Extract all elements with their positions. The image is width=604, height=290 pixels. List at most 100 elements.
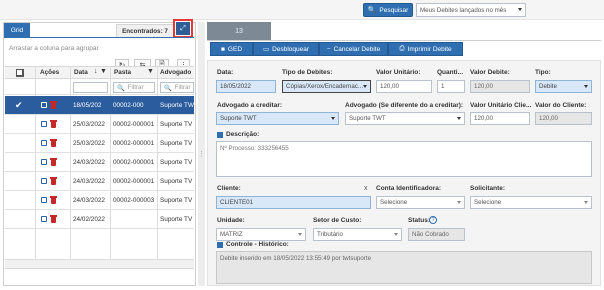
cell-pasta: 00002-000001 xyxy=(113,178,155,185)
cancelar-debite-button[interactable]: − Cancelar Debite xyxy=(319,42,388,56)
advogado-filter-input[interactable]: 🔍 Filtrar xyxy=(160,82,194,93)
filter-select[interactable]: Meus Debites lançados no mês xyxy=(416,3,526,17)
trash-icon[interactable] xyxy=(50,158,57,166)
tipo-label: Tipo: xyxy=(535,69,551,76)
filter-icon[interactable]: ▼ xyxy=(147,68,154,75)
valor-cliente-value: 120,00 xyxy=(539,115,558,122)
cliente-label: Cliente: xyxy=(217,185,241,192)
conta-label: Conta Identificadora: xyxy=(376,185,442,192)
filter-icon[interactable]: ▼ xyxy=(100,68,107,75)
advogado-diferente-select[interactable]: Suporte TWT xyxy=(345,112,465,125)
valor-unitario-input[interactable]: 120,00 xyxy=(376,80,432,93)
print-icon: ⎙ xyxy=(399,45,405,52)
cell-adv: Suporte TV xyxy=(160,121,193,128)
edit-icon[interactable] xyxy=(41,159,47,165)
cell-data: 24/03/2022 xyxy=(73,178,105,185)
trash-icon[interactable] xyxy=(50,215,57,223)
trash-icon[interactable] xyxy=(50,101,57,109)
pasta-filter-input[interactable]: 🔍 Filtrar xyxy=(113,82,155,93)
advogado-filter-placeholder: Filtrar xyxy=(174,84,191,91)
unlock-icon: ▭ xyxy=(262,46,270,53)
ged-label: GED xyxy=(227,45,243,53)
cliente-input[interactable]: CLIENTE01 xyxy=(216,196,371,209)
edit-icon[interactable] xyxy=(41,178,47,184)
descricao-label: Descrição: xyxy=(226,131,260,138)
conta-value: Selecione xyxy=(380,199,408,206)
sort-desc-icon[interactable]: ↓ xyxy=(94,68,98,75)
checkmark-icon[interactable]: ✔ xyxy=(15,100,23,111)
edit-icon[interactable] xyxy=(41,216,47,222)
ged-button[interactable]: ■ GED xyxy=(210,42,253,56)
cancelar-label: Cancelar Debite xyxy=(333,45,381,53)
trash-icon[interactable] xyxy=(50,139,57,147)
right-tab[interactable]: 13 xyxy=(207,22,271,40)
cliente-value: CLIENTE01 xyxy=(220,199,254,206)
cell-pasta: 00002-000001 xyxy=(113,159,155,166)
minus-icon: − xyxy=(326,45,331,53)
trash-icon[interactable] xyxy=(50,196,57,204)
imprimir-label: Imprimir Debite xyxy=(407,45,452,53)
col-data[interactable]: Data xyxy=(74,69,88,76)
status-label: Status: xyxy=(408,217,431,224)
quantidade-input[interactable]: 1 xyxy=(437,80,465,93)
solicitante-select[interactable]: Selecione xyxy=(470,196,592,209)
edit-icon[interactable] xyxy=(41,197,47,203)
historico-checkbox[interactable] xyxy=(217,242,223,248)
valor-unit-cliente-input[interactable]: 120,00 xyxy=(470,112,530,125)
advogado-creditar-value: Suporte TWT xyxy=(220,115,257,122)
cliente-clear-button[interactable]: x xyxy=(364,185,368,192)
historico-label: Controle - Histórico: xyxy=(226,241,289,248)
edit-icon[interactable] xyxy=(41,121,47,127)
advogado-creditar-select[interactable]: Suporte TWT xyxy=(216,112,339,125)
setor-select[interactable]: Tributário xyxy=(313,228,402,241)
col-acoes[interactable]: Ações xyxy=(40,69,59,76)
chevron-down-icon xyxy=(584,85,588,88)
chevron-down-icon xyxy=(331,117,335,120)
chevron-down-icon xyxy=(457,117,461,120)
valor-cliente-label: Valor do Cliente: xyxy=(535,102,587,109)
desbloquear-label: Desbloquear xyxy=(272,45,309,53)
unidade-select[interactable]: MATRIZ xyxy=(216,228,306,241)
cell-pasta: 00002-000001 xyxy=(113,121,155,128)
tipo-debites-value: Cópias/Xerox/Encadernac... xyxy=(286,83,364,90)
imprimir-debite-button[interactable]: ⎙ Imprimir Debite xyxy=(388,42,463,56)
conta-select[interactable]: Selecione xyxy=(376,196,465,209)
col-pasta[interactable]: Pasta xyxy=(114,69,131,76)
desbloquear-button[interactable]: ▭ Desbloquear xyxy=(253,42,319,56)
chevron-down-icon xyxy=(457,201,461,204)
search-icon: 🔍 xyxy=(164,84,172,92)
left-footer xyxy=(5,268,194,269)
valor-unitario-label: Valor Unitário: xyxy=(376,69,421,76)
help-icon[interactable]: ? xyxy=(429,216,437,224)
left-tab-underline xyxy=(4,37,194,38)
cell-adv: Suporte TW xyxy=(160,102,194,109)
data-input[interactable]: 18/05/2022 xyxy=(216,80,276,93)
edit-icon[interactable] xyxy=(41,102,47,108)
data-filter-input[interactable] xyxy=(73,82,108,93)
pesquisar-button[interactable]: 🔍 Pesquisar xyxy=(363,3,413,17)
setor-value: Tributário xyxy=(317,231,343,238)
cell-pasta: 00002-000001 xyxy=(113,140,155,147)
tipo-select[interactable]: Debite xyxy=(535,80,592,93)
search-icon: 🔍 xyxy=(367,7,377,14)
unidade-value: MATRIZ xyxy=(220,231,243,238)
horizontal-scrollbar[interactable] xyxy=(5,259,194,268)
tab-grid[interactable]: Grid xyxy=(4,23,30,37)
descricao-checkbox[interactable] xyxy=(217,132,223,138)
data-value: 18/05/2022 xyxy=(220,83,251,90)
valor-unitario-value: 120,00 xyxy=(380,83,399,90)
panel-splitter[interactable]: ⋮ xyxy=(198,22,205,286)
tipo-debites-select[interactable]: Cópias/Xerox/Encadernac... xyxy=(282,80,371,93)
cell-adv: Suporte TV xyxy=(160,140,193,147)
advogado-creditar-label: Advogado a creditar: xyxy=(217,102,283,109)
quantidade-value: 1 xyxy=(441,83,445,90)
chevron-down-icon xyxy=(584,201,588,204)
select-all-mark xyxy=(17,70,22,75)
expand-button[interactable]: ⤢ xyxy=(173,19,193,38)
advogado-diferente-label: Advogado (Se diferente do a creditar): xyxy=(345,102,464,109)
edit-icon[interactable] xyxy=(41,140,47,146)
trash-icon[interactable] xyxy=(50,177,57,185)
descricao-textarea[interactable]: Nº Processo: 333256455 xyxy=(216,141,592,177)
col-advogado[interactable]: Advogado xyxy=(160,69,193,76)
trash-icon[interactable] xyxy=(50,120,57,128)
